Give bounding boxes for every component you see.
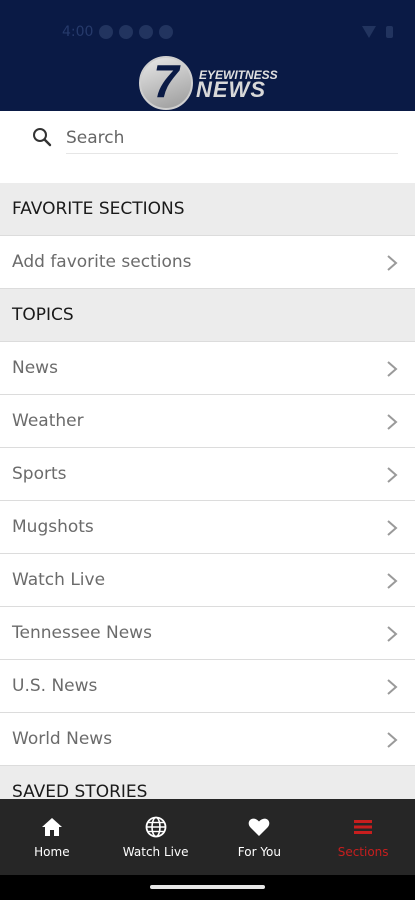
topic-row-world-news[interactable]: World News (0, 713, 415, 766)
home-icon (41, 818, 62, 836)
row-label: World News (12, 729, 113, 749)
chevron-right-icon (387, 626, 398, 642)
search-input[interactable] (66, 123, 398, 154)
tab-for-you[interactable]: For You (208, 799, 312, 875)
topic-row-news[interactable]: News (0, 342, 415, 395)
tab-home[interactable]: Home (0, 799, 104, 875)
notification-icon (99, 25, 114, 39)
row-label: News (12, 358, 58, 378)
tab-label: Home (34, 845, 70, 859)
tab-sections[interactable]: Sections (311, 799, 415, 875)
tab-label: For You (237, 845, 281, 859)
search-bar (0, 111, 415, 183)
home-gesture-bar[interactable] (150, 885, 265, 889)
chevron-right-icon (387, 467, 398, 483)
chevron-right-icon (387, 414, 398, 430)
topic-row-us-news[interactable]: U.S. News (0, 660, 415, 713)
row-label: Add favorite sections (12, 252, 192, 272)
battery-icon (386, 26, 393, 38)
gesture-area (0, 875, 415, 900)
sections-icon (354, 820, 373, 834)
tab-label: Watch Live (122, 845, 189, 859)
wifi-icon (362, 26, 376, 38)
chevron-right-icon (387, 732, 398, 748)
chevron-right-icon (387, 361, 398, 377)
tab-watch-live[interactable]: Watch Live (104, 799, 208, 875)
tab-label: Sections (337, 845, 389, 859)
row-label: Weather (12, 411, 84, 431)
chevron-right-icon (387, 679, 398, 695)
heart-icon (249, 818, 270, 836)
row-label: Mugshots (12, 517, 94, 537)
bottom-navigation: Home Watch Live For You Sections (0, 799, 415, 875)
logo-number: 7 (153, 55, 179, 107)
saved-stories-header: SAVED STORIES (0, 766, 415, 799)
notification-icon (139, 25, 154, 39)
add-favorite-sections-row[interactable]: Add favorite sections (0, 236, 415, 289)
status-bar: 4:00 (62, 22, 393, 42)
globe-icon (145, 816, 167, 838)
row-label: Sports (12, 464, 67, 484)
topic-row-mugshots[interactable]: Mugshots (0, 501, 415, 554)
search-icon (33, 128, 52, 147)
topic-row-weather[interactable]: Weather (0, 395, 415, 448)
row-label: Watch Live (12, 570, 106, 590)
notification-icon (119, 25, 134, 39)
chevron-right-icon (387, 573, 398, 589)
topic-row-tennessee-news[interactable]: Tennessee News (0, 607, 415, 660)
notification-icon (159, 25, 174, 39)
topic-row-watch-live[interactable]: Watch Live (0, 554, 415, 607)
topics-header: TOPICS (0, 289, 415, 342)
status-time: 4:00 (62, 24, 94, 40)
topic-row-sports[interactable]: Sports (0, 448, 415, 501)
logo-text-bottom: NEWS (196, 77, 266, 102)
sections-list: FAVORITE SECTIONS Add favorite sections … (0, 183, 415, 799)
row-label: Tennessee News (12, 623, 152, 643)
favorite-sections-header: FAVORITE SECTIONS (0, 183, 415, 236)
row-label: U.S. News (12, 676, 98, 696)
app-header: 4:00 7 EYEWITNESS NEWS (0, 0, 415, 111)
chevron-right-icon (387, 255, 398, 271)
chevron-right-icon (387, 520, 398, 536)
eyewitness-news-logo: 7 EYEWITNESS NEWS (139, 55, 279, 110)
